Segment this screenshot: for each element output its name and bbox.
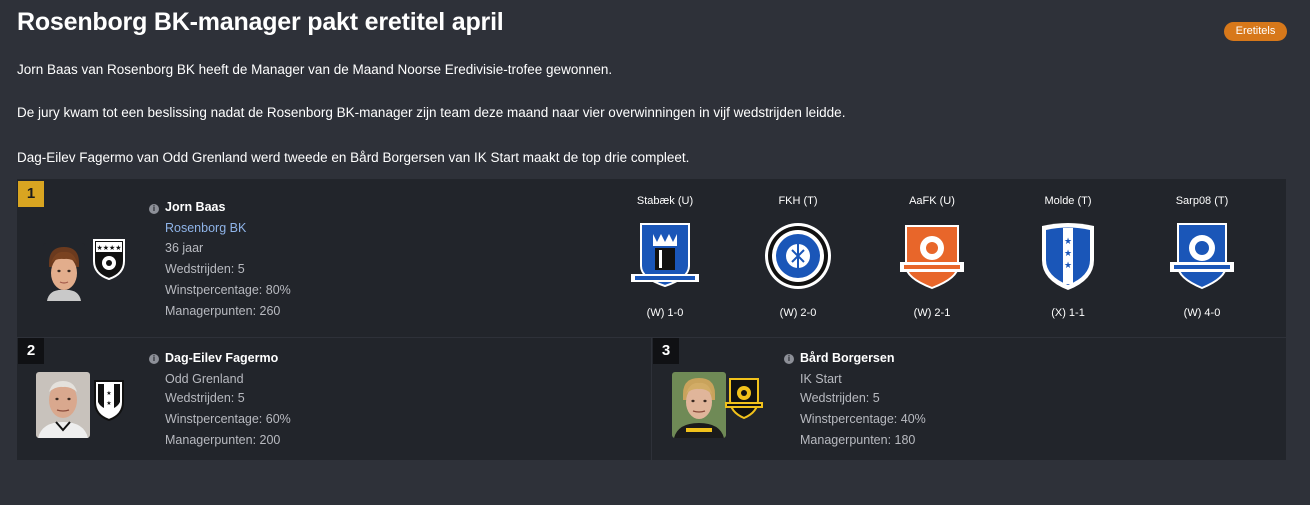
svg-text:★: ★ [1064, 261, 1072, 271]
manager-club-link[interactable]: Rosenborg BK [165, 221, 246, 235]
rank-badge: 3 [653, 338, 679, 364]
category-tag[interactable]: Eretitels [1224, 22, 1287, 41]
match-result: (X) 1-1 [1051, 307, 1085, 319]
manager-club[interactable]: IK Start [800, 372, 842, 386]
fkh-crest-icon[interactable] [762, 220, 834, 292]
manager-face[interactable] [43, 243, 85, 301]
news-paragraph-3: Dag-Eilev Fagermo van Odd Grenland werd … [17, 150, 690, 165]
manager-face[interactable] [36, 372, 90, 438]
aafk-crest-icon[interactable] [896, 220, 968, 292]
manager-points: Managerpunten: 200 [165, 433, 281, 447]
manager-name[interactable]: Jorn Baas [165, 200, 225, 214]
match-result: (W) 1-0 [646, 307, 684, 319]
match-result: (W) 4-0 [1183, 307, 1221, 319]
third-place-card: 3 i Bård Borgersen IK Start Wedstrijden:… [652, 338, 1286, 460]
club-crest-icon[interactable]: ★★★★ [91, 237, 127, 281]
manager-club[interactable]: Odd Grenland [165, 372, 244, 386]
match-opponent: Molde (T) [1044, 195, 1092, 207]
manager-name[interactable]: Dag-Eilev Fagermo [165, 351, 278, 365]
info-icon[interactable]: i [149, 354, 159, 364]
svg-text:★: ★ [1064, 249, 1072, 259]
manager-points: Managerpunten: 180 [800, 433, 916, 447]
page-title: Rosenborg BK-manager pakt eretitel april [17, 8, 504, 36]
manager-matches: Wedstrijden: 5 [165, 262, 245, 276]
club-crest-icon[interactable] [724, 376, 764, 420]
manager-points: Managerpunten: 260 [165, 304, 281, 318]
sarp08-crest-icon[interactable] [1166, 220, 1238, 292]
winner-card: 1 ★★★★ i Jorn Baas Rosenborg BK 36 jaar … [17, 179, 1286, 337]
manager-matches: Wedstrijden: 5 [800, 391, 880, 405]
match-opponent: AaFK (U) [909, 195, 955, 207]
match-result: (W) 2-0 [779, 307, 817, 319]
news-paragraph-2: De jury kwam tot een beslissing nadat de… [17, 105, 846, 120]
svg-text:★: ★ [106, 390, 111, 397]
second-place-card: 2 ★ ★ i Dag-Eilev Fagermo Odd Grenland W… [17, 338, 651, 460]
manager-name[interactable]: Bård Borgersen [800, 351, 894, 365]
svg-text:★★★★: ★★★★ [96, 244, 121, 252]
manager-winpct: Winstpercentage: 60% [165, 412, 291, 426]
news-paragraph-1: Jorn Baas van Rosenborg BK heeft de Mana… [17, 62, 613, 77]
stabaek-crest-icon[interactable] [629, 220, 701, 292]
match-opponent: FKH (T) [778, 195, 818, 207]
svg-text:★: ★ [106, 400, 111, 407]
match-opponent: Stabæk (U) [636, 195, 694, 207]
manager-age: 36 jaar [165, 241, 204, 255]
club-crest-icon[interactable]: ★ ★ [92, 378, 126, 422]
match-opponent: Sarp08 (T) [1175, 195, 1229, 207]
manager-face[interactable] [672, 372, 726, 438]
molde-crest-icon[interactable]: ★ ★ ★ [1032, 220, 1104, 292]
info-icon[interactable]: i [149, 204, 159, 214]
rank-badge: 2 [18, 338, 44, 364]
manager-matches: Wedstrijden: 5 [165, 391, 245, 405]
manager-winpct: Winstpercentage: 80% [165, 283, 291, 297]
rank-badge: 1 [18, 181, 44, 207]
match-result: (W) 2-1 [913, 307, 951, 319]
svg-text:★: ★ [1064, 237, 1072, 247]
manager-winpct: Winstpercentage: 40% [800, 412, 926, 426]
info-icon[interactable]: i [784, 354, 794, 364]
